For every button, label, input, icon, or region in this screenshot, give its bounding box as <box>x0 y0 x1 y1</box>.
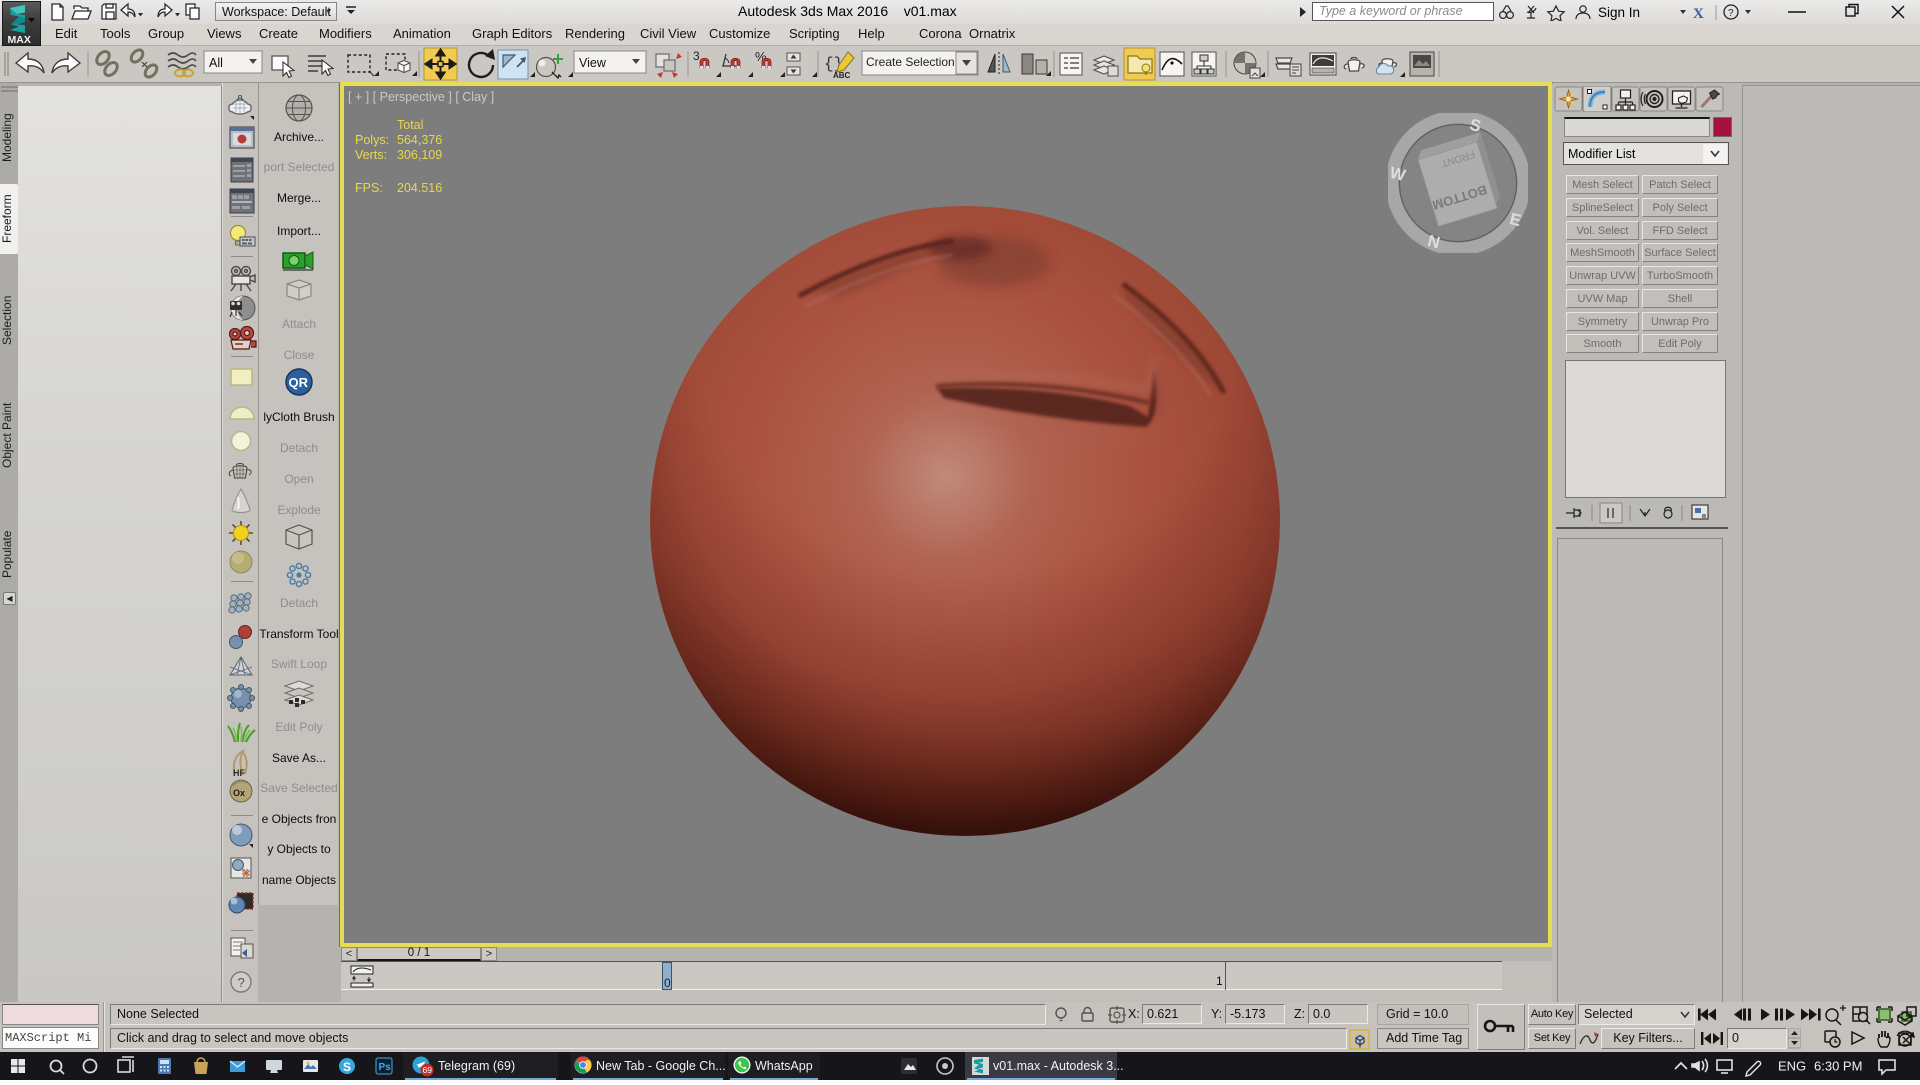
svg-text:S: S <box>343 1060 351 1074</box>
svg-text:3: 3 <box>693 49 700 63</box>
svg-text:69: 69 <box>423 1065 433 1075</box>
svg-text:QR: QR <box>289 375 309 390</box>
svg-text:ENG: ENG <box>1778 1059 1806 1074</box>
svg-text:WhatsApp: WhatsApp <box>755 1059 813 1073</box>
svg-text:New Tab - Google Ch...: New Tab - Google Ch... <box>596 1059 726 1073</box>
svg-text:Ox: Ox <box>233 788 245 798</box>
svg-text:MAX: MAX <box>8 34 31 45</box>
svg-text:6:30 PM: 6:30 PM <box>1814 1059 1862 1074</box>
svg-text:Sign In: Sign In <box>1598 5 1640 20</box>
svg-text:v01.max - Autodesk 3...: v01.max - Autodesk 3... <box>993 1059 1124 1073</box>
svg-text:ABC: ABC <box>833 71 851 80</box>
svg-text:X: X <box>1693 6 1704 21</box>
svg-text:HF: HF <box>233 768 245 778</box>
svg-text:Telegram (69): Telegram (69) <box>438 1059 515 1073</box>
svg-text:All: All <box>209 56 223 70</box>
svg-text:View: View <box>579 56 607 70</box>
svg-text:?: ? <box>1728 8 1734 19</box>
svg-text:Ps: Ps <box>379 1062 392 1073</box>
